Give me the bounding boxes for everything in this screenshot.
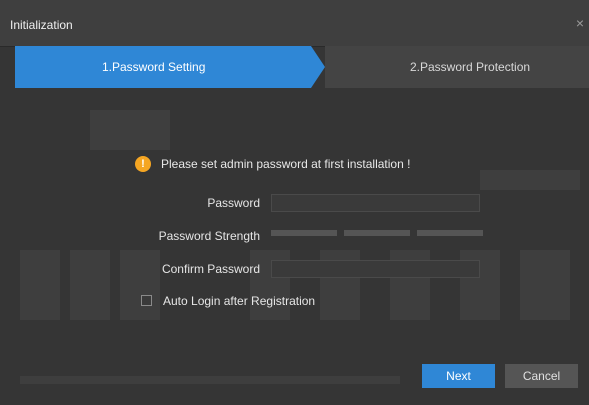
confirm-password-label: Confirm Password <box>161 262 260 276</box>
step-1-label: 1.Password Setting <box>102 60 206 74</box>
next-button[interactable]: Next <box>422 364 495 388</box>
cancel-button[interactable]: Cancel <box>505 364 578 388</box>
step-2-label: 2.Password Protection <box>410 60 531 74</box>
strength-segment-medium <box>344 230 410 236</box>
confirm-password-input[interactable] <box>271 260 480 278</box>
step-indicator: 1.Password Setting 2.Password Protection <box>15 46 589 88</box>
strength-segment-strong <box>417 230 483 236</box>
password-input[interactable] <box>271 194 480 212</box>
strength-segment-weak <box>271 230 337 236</box>
step-password-protection: 2.Password Protection <box>325 46 589 88</box>
close-icon[interactable]: × <box>573 15 587 31</box>
window-title: Initialization <box>10 18 73 32</box>
password-label: Password <box>207 196 260 210</box>
title-bar: Initialization × <box>0 0 589 47</box>
auto-login-label[interactable]: Auto Login after Registration <box>163 294 315 308</box>
initialization-dialog: Initialization × 1.Password Setting 2.Pa… <box>0 0 589 405</box>
auto-login-checkbox[interactable] <box>141 295 152 306</box>
step-password-setting: 1.Password Setting <box>15 46 325 88</box>
warning-icon: ! <box>135 156 151 172</box>
password-strength-label: Password Strength <box>158 229 260 243</box>
notice-text: Please set admin password at first insta… <box>161 157 411 171</box>
